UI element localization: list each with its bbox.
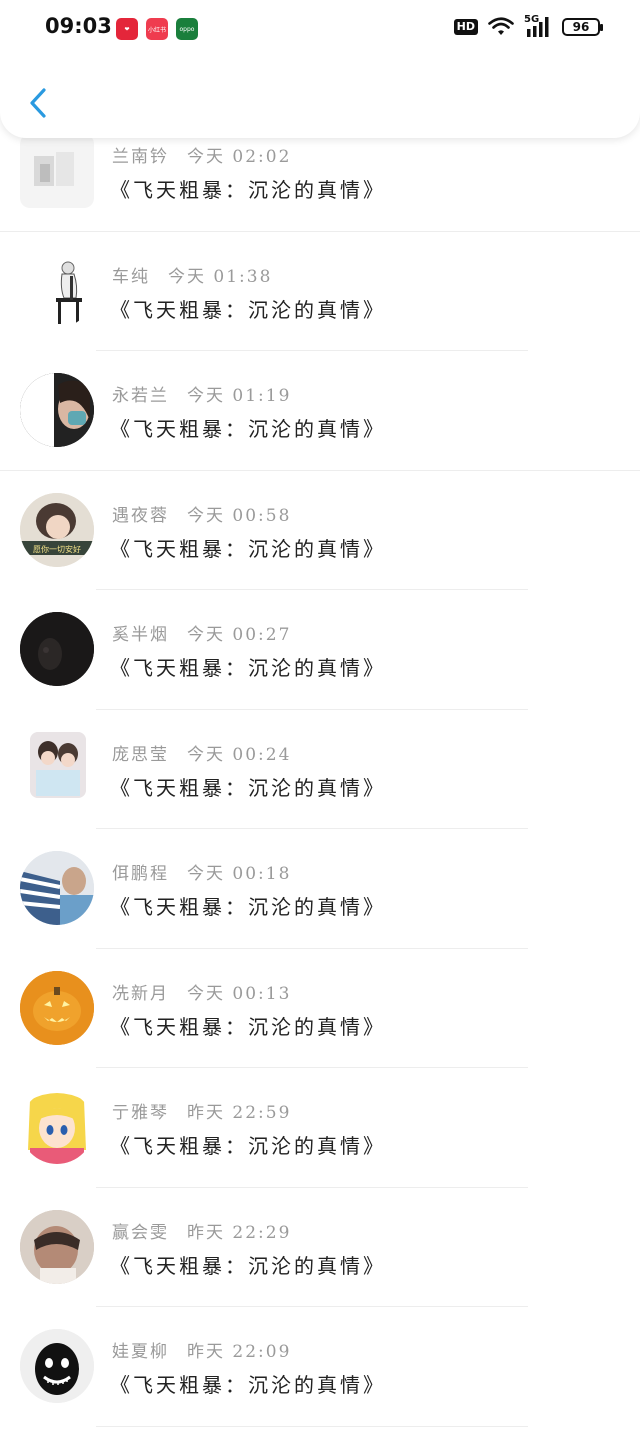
avatar-image xyxy=(20,851,94,925)
sender-name: 遇夜蓉 xyxy=(112,505,169,526)
message-time: 今天 01:19 xyxy=(187,386,292,406)
hd-icon: HD xyxy=(453,19,478,35)
avatar-image xyxy=(28,1093,86,1164)
message-title: 《飞天粗暴：沉沦的真情》 xyxy=(110,536,386,561)
avatar[interactable] xyxy=(20,1090,94,1164)
sender-name: 佴鹏程 xyxy=(112,864,169,884)
svg-text:愿你一切安好: 愿你一切安好 xyxy=(33,544,81,554)
avatar-image xyxy=(34,152,74,186)
avatar[interactable] xyxy=(20,373,94,447)
avatar-image xyxy=(20,373,94,447)
wifi-icon xyxy=(488,17,514,35)
xiaohongshu-notification-icon: 小红书 xyxy=(146,18,168,40)
back-button[interactable] xyxy=(18,80,58,126)
status-time: 09:03 xyxy=(45,14,112,38)
avatar-image xyxy=(20,1209,94,1284)
avatar[interactable] xyxy=(20,851,94,925)
sender-name: 车纯 xyxy=(112,266,150,287)
avatar[interactable]: 愿你一切安好 xyxy=(20,492,94,567)
message-time: 昨天 22:09 xyxy=(187,1342,292,1362)
app-notification-icon: ❤ xyxy=(116,18,138,40)
chevron-left-icon xyxy=(30,88,46,118)
battery-icon: 96 xyxy=(562,18,603,36)
list-item[interactable]: 亍雅琴 昨天 22:59 《飞天粗暴：沉沦的真情》 xyxy=(0,1068,640,1188)
sender-name: 奚半烟 xyxy=(112,625,169,645)
divider xyxy=(96,1425,528,1427)
message-list: 兰南钤 今天 02:02 《飞天粗暴：沉沦的真情》 车纯 今天 01:38 《飞天粗… xyxy=(0,112,640,1427)
list-item[interactable]: 车纯 今天 01:38 《飞天粗暴：沉沦的真情》 xyxy=(0,232,640,351)
list-item[interactable]: 佴鹏程 今天 00:18 《飞天粗暴：沉沦的真情》 xyxy=(0,829,640,949)
avatar[interactable] xyxy=(20,253,94,328)
message-time: 今天 02:02 xyxy=(187,147,292,167)
list-item[interactable]: 愿你一切安好 遇夜蓉 今天 00:58 《飞天粗暴：沉沦的真情》 xyxy=(0,471,640,590)
avatar-image xyxy=(20,1329,94,1403)
avatar-image xyxy=(30,731,86,798)
message-title: 《飞天粗暴：沉沦的真情》 xyxy=(110,297,386,322)
signal-bars-icon xyxy=(527,17,549,37)
avatar[interactable] xyxy=(20,1209,94,1284)
avatar[interactable] xyxy=(20,612,94,686)
list-item[interactable]: 赢会雯 昨天 22:29 《飞天粗暴：沉沦的真情》 xyxy=(0,1188,640,1307)
avatar-image: 愿你一切安好 xyxy=(20,492,94,567)
avatar[interactable] xyxy=(30,731,86,798)
message-time: 今天 00:18 xyxy=(187,864,292,884)
list-item[interactable]: 永若兰 今天 01:19 《飞天粗暴：沉沦的真情》 xyxy=(0,351,640,471)
list-item[interactable]: 娃夏柳 昨天 22:09 《飞天粗暴：沉沦的真情》 xyxy=(0,1307,640,1427)
list-item[interactable]: 奚半烟 今天 00:27 《飞天粗暴：沉沦的真情》 xyxy=(0,590,640,710)
notification-app-icons: ❤ 小红书 oppo xyxy=(116,18,198,40)
sender-name: 亍雅琴 xyxy=(112,1103,169,1123)
list-item[interactable]: 冼新月 今天 00:13 《飞天粗暴：沉沦的真情》 xyxy=(0,949,640,1068)
message-title: 《飞天粗暴：沉沦的真情》 xyxy=(110,775,386,800)
message-time: 昨天 22:59 xyxy=(187,1103,292,1123)
message-title: 《飞天粗暴：沉沦的真情》 xyxy=(110,1134,386,1158)
avatar-image xyxy=(20,612,94,686)
message-title: 《飞天粗暴：沉沦的真情》 xyxy=(110,178,386,202)
message-time: 今天 00:27 xyxy=(187,625,292,645)
message-time: 昨天 22:29 xyxy=(187,1222,292,1243)
message-title: 《飞天粗暴：沉沦的真情》 xyxy=(110,656,386,680)
avatar-image xyxy=(20,970,94,1045)
message-title: 《飞天粗暴：沉沦的真情》 xyxy=(110,1014,386,1039)
avatar[interactable] xyxy=(20,134,94,208)
avatar[interactable] xyxy=(20,970,94,1045)
avatar-image xyxy=(56,261,82,324)
sender-name: 冼新月 xyxy=(112,983,169,1004)
header: 09:03 ❤ 小红书 oppo HD 5G 96 xyxy=(0,0,640,138)
message-time: 今天 00:13 xyxy=(187,983,292,1004)
message-time: 今天 01:38 xyxy=(168,266,273,287)
sender-name: 赢会雯 xyxy=(112,1222,169,1243)
avatar[interactable] xyxy=(20,1329,94,1403)
signal-indicator: 5G xyxy=(524,14,552,38)
list-item[interactable]: 庞思莹 今天 00:24 《飞天粗暴：沉沦的真情》 xyxy=(0,710,640,829)
message-title: 《飞天粗暴：沉沦的真情》 xyxy=(110,1373,386,1397)
oppo-notification-icon: oppo xyxy=(176,18,198,40)
message-title: 《飞天粗暴：沉沦的真情》 xyxy=(110,1253,386,1278)
message-title: 《飞天粗暴：沉沦的真情》 xyxy=(110,895,386,919)
message-time: 今天 00:58 xyxy=(187,505,292,526)
status-indicators: HD 5G 96 xyxy=(453,14,603,38)
sender-name: 永若兰 xyxy=(112,386,169,406)
sender-name: 兰南钤 xyxy=(112,147,169,167)
message-title: 《飞天粗暴：沉沦的真情》 xyxy=(110,417,386,441)
message-time: 今天 00:24 xyxy=(187,744,292,765)
sender-name: 娃夏柳 xyxy=(112,1342,169,1362)
sender-name: 庞思莹 xyxy=(112,744,169,765)
